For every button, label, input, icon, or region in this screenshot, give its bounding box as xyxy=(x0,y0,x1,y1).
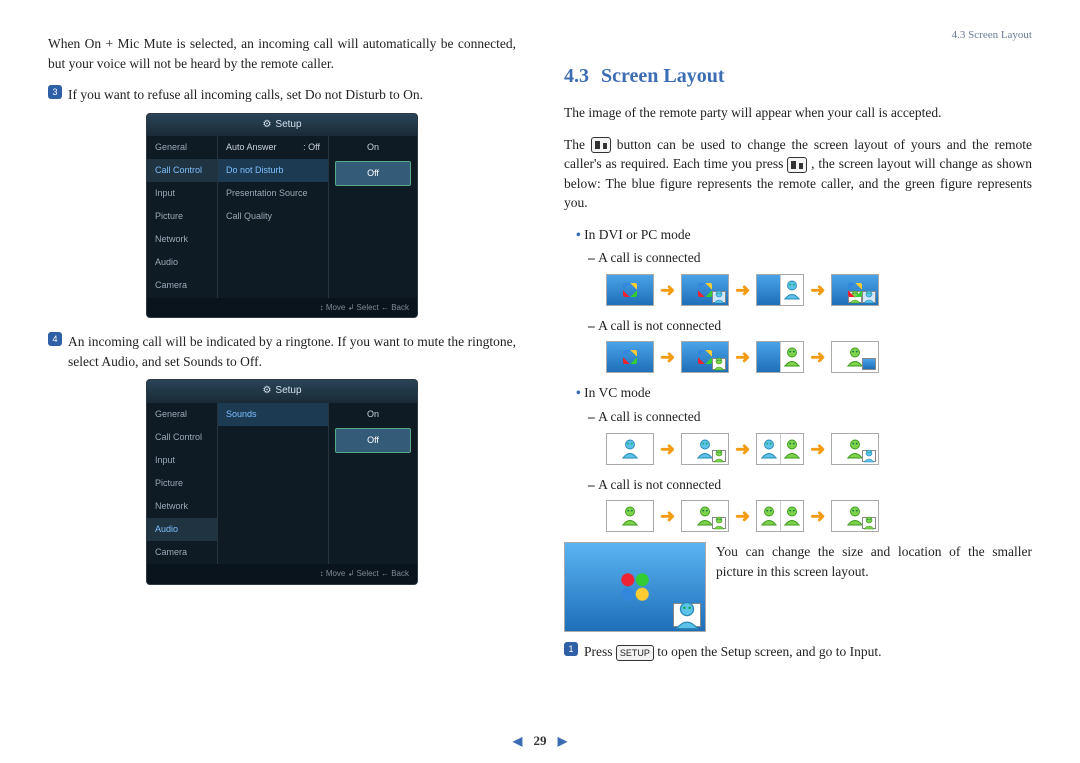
left-column: When On + Mic Mute is selected, an incom… xyxy=(48,28,516,670)
step-4-text: An incoming call will be indicated by a … xyxy=(68,332,516,371)
arrow-icon: ➜ xyxy=(810,436,825,462)
setup-button-icon: SETUP xyxy=(616,645,654,661)
arrow-icon: ➜ xyxy=(810,503,825,529)
next-page-icon[interactable]: ▶ xyxy=(550,734,575,748)
section-name: Screen Layout xyxy=(601,65,725,87)
submenu-item[interactable]: Call Quality xyxy=(218,205,328,228)
page-footer: ◀ 29 ▶ xyxy=(0,733,1080,749)
option-item[interactable]: Off xyxy=(335,428,411,453)
sub-not-connected-vc: A call is not connected ➜➜➜ xyxy=(588,475,1032,533)
layout-tile xyxy=(831,274,879,306)
submenu-item[interactable]: Do not Disturb xyxy=(218,159,328,182)
menu-item[interactable]: Call Control xyxy=(147,426,217,449)
menu-item[interactable]: Call Control xyxy=(147,159,217,182)
layout-tile xyxy=(681,274,729,306)
menu-item[interactable]: Audio xyxy=(147,251,217,274)
layout-tile xyxy=(681,500,729,532)
option-item[interactable]: On xyxy=(329,403,417,426)
layout-icon xyxy=(787,157,807,173)
intro-text: When On + Mic Mute is selected, an incom… xyxy=(48,34,516,73)
layout-tile xyxy=(606,500,654,532)
option-item[interactable]: Off xyxy=(335,161,411,186)
setup-title-2: Setup xyxy=(147,380,417,403)
layout-tile xyxy=(681,433,729,465)
step-3: 3 If you want to refuse all incoming cal… xyxy=(48,85,516,105)
section-number: 4.3 xyxy=(564,65,589,87)
layout-tile xyxy=(831,500,879,532)
step-badge-3: 3 xyxy=(48,85,62,99)
submenu-item[interactable]: Sounds xyxy=(218,403,328,426)
layout-tile xyxy=(831,433,879,465)
arrow-icon: ➜ xyxy=(810,277,825,303)
para-2: The button can be used to change the scr… xyxy=(564,135,1032,213)
step-badge-4: 4 xyxy=(48,332,62,346)
section-title: 4.3 Screen Layout xyxy=(564,62,1032,91)
seq-dvi-notconnected: ➜ ➜ ➜ xyxy=(606,341,1032,373)
menu-item[interactable]: Picture xyxy=(147,472,217,495)
seq-vc-notconnected: ➜ ➜ ➜ xyxy=(606,500,1032,532)
step-1: 1 Press SETUP to open the Setup screen, … xyxy=(564,642,1032,662)
layout-tile xyxy=(756,341,804,373)
right-column: 4.3 Screen Layout 4.3 Screen Layout The i… xyxy=(564,28,1032,670)
sub-not-connected: A call is not connected ➜➜➜ xyxy=(588,316,1032,374)
menu-item[interactable]: Network xyxy=(147,495,217,518)
menu-item[interactable]: Camera xyxy=(147,274,217,297)
layout-icon xyxy=(591,137,611,153)
arrow-icon: ➜ xyxy=(660,277,675,303)
menu-item[interactable]: Network xyxy=(147,228,217,251)
menu-item[interactable]: Input xyxy=(147,449,217,472)
setup-screenshot-donotdisturb: Setup GeneralCall ControlInputPictureNet… xyxy=(146,113,418,318)
sub-connected-vc: A call is connected ➜➜➜ xyxy=(588,407,1032,465)
setup-screenshot-sounds: Setup GeneralCall ControlInputPictureNet… xyxy=(146,379,418,584)
layout-tile xyxy=(606,341,654,373)
page-header-breadcrumb: 4.3 Screen Layout xyxy=(564,28,1032,44)
menu-item[interactable]: Input xyxy=(147,182,217,205)
layout-tile xyxy=(831,341,879,373)
mode-vc: In VC mode A call is connected ➜➜➜ A cal… xyxy=(576,383,1032,532)
big-note: You can change the size and location of … xyxy=(716,542,1032,581)
big-layout-example: You can change the size and location of … xyxy=(564,542,1032,632)
seq-dvi-connected: ➜ ➜ ➜ xyxy=(606,274,1032,306)
menu-item[interactable]: Picture xyxy=(147,205,217,228)
submenu-item[interactable]: Presentation Source xyxy=(218,182,328,205)
page-number: 29 xyxy=(534,733,547,748)
setup-title: Setup xyxy=(147,114,417,137)
mode-dvi-pc: In DVI or PC mode A call is connected ➜➜… xyxy=(576,225,1032,374)
layout-tile xyxy=(756,274,804,306)
arrow-icon: ➜ xyxy=(735,503,750,529)
arrow-icon: ➜ xyxy=(735,277,750,303)
menu-item[interactable]: Camera xyxy=(147,541,217,564)
sub-connected: A call is connected ➜➜➜ xyxy=(588,248,1032,306)
layout-tile xyxy=(756,500,804,532)
setup-footer: ↕ Move ↲ Select ← Back xyxy=(147,298,417,318)
menu-item[interactable]: Audio xyxy=(147,518,217,541)
para-1: The image of the remote party will appea… xyxy=(564,103,1032,123)
big-tile xyxy=(564,542,706,632)
arrow-icon: ➜ xyxy=(660,436,675,462)
setup-footer-2: ↕ Move ↲ Select ← Back xyxy=(147,564,417,584)
arrow-icon: ➜ xyxy=(660,344,675,370)
submenu-item[interactable]: Auto Answer: Off xyxy=(218,136,328,159)
arrow-icon: ➜ xyxy=(735,344,750,370)
step-3-text: If you want to refuse all incoming calls… xyxy=(68,85,516,105)
layout-tile xyxy=(606,433,654,465)
prev-page-icon[interactable]: ◀ xyxy=(505,734,530,748)
seq-vc-connected: ➜ ➜ ➜ xyxy=(606,433,1032,465)
menu-item[interactable]: General xyxy=(147,403,217,426)
layout-tile xyxy=(606,274,654,306)
layout-tile xyxy=(681,341,729,373)
step-4: 4 An incoming call will be indicated by … xyxy=(48,332,516,371)
menu-item[interactable]: General xyxy=(147,136,217,159)
option-item[interactable]: On xyxy=(329,136,417,159)
arrow-icon: ➜ xyxy=(735,436,750,462)
layout-tile xyxy=(756,433,804,465)
step-badge-1: 1 xyxy=(564,642,578,656)
arrow-icon: ➜ xyxy=(660,503,675,529)
arrow-icon: ➜ xyxy=(810,344,825,370)
